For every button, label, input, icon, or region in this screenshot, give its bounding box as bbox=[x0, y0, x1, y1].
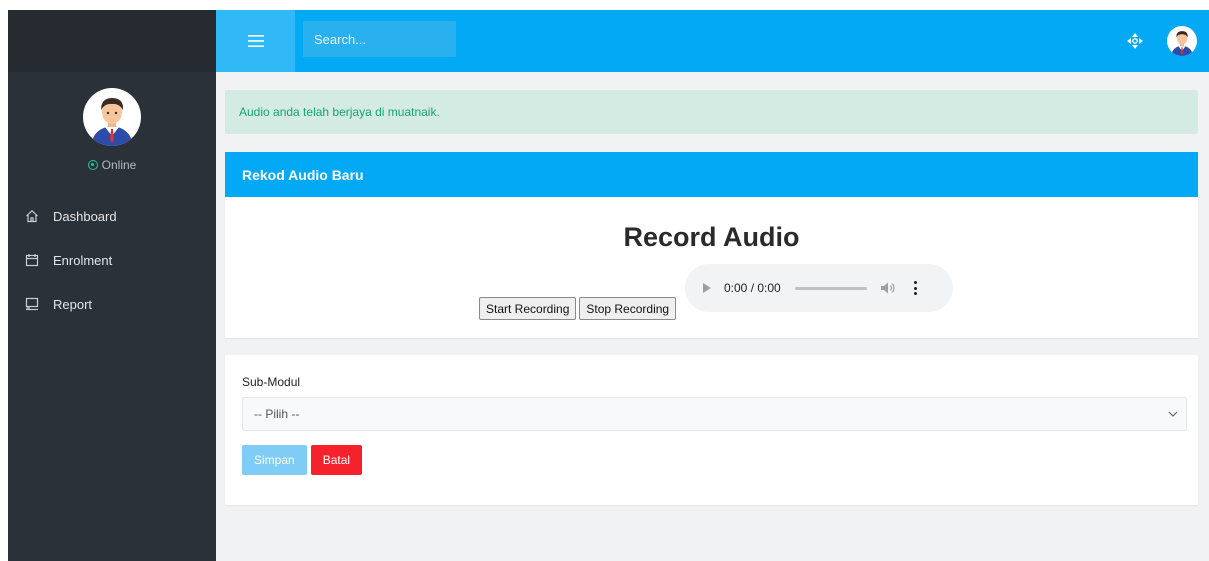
sidebar-user: Online bbox=[8, 72, 216, 172]
user-avatar[interactable] bbox=[1167, 26, 1197, 56]
sidebar-item-label: Enrolment bbox=[53, 252, 113, 268]
sidebar-item-report[interactable]: Report bbox=[8, 282, 216, 326]
home-icon bbox=[25, 209, 39, 223]
sidebar-item-label: Report bbox=[53, 296, 93, 312]
monitor-icon bbox=[25, 297, 39, 311]
sidebar-brand bbox=[8, 10, 216, 72]
sidebar-item-label: Dashboard bbox=[53, 208, 117, 224]
card-header-title: Rekod Audio Baru bbox=[242, 166, 364, 183]
record-audio-body: Record Audio Start Recording Stop Record… bbox=[225, 197, 1198, 338]
sidebar: Online Dashboard Enrolment Report bbox=[8, 10, 216, 561]
hamburger-icon bbox=[247, 35, 264, 47]
menu-toggle-button[interactable] bbox=[216, 10, 295, 72]
volume-icon[interactable] bbox=[880, 281, 896, 295]
chevron-down-icon bbox=[1168, 411, 1178, 417]
card-header: Rekod Audio Baru bbox=[225, 152, 1198, 197]
main-area: Audio anda telah berjaya di muatnaik. Re… bbox=[216, 10, 1209, 561]
submodul-label: Sub-Modul bbox=[242, 375, 301, 389]
record-audio-card: Rekod Audio Baru Record Audio Start Reco… bbox=[225, 152, 1198, 338]
audio-progress-bar[interactable] bbox=[794, 286, 867, 290]
form-actions: Simpan Batal bbox=[242, 445, 1187, 475]
record-controls: Start Recording Stop Recording bbox=[479, 297, 677, 320]
more-options-icon[interactable] bbox=[914, 281, 918, 295]
topbar bbox=[216, 10, 1209, 72]
crosshair-icon[interactable] bbox=[1127, 33, 1143, 49]
submodul-select[interactable]: -- Pilih -- bbox=[242, 397, 1187, 431]
play-icon[interactable] bbox=[703, 283, 711, 293]
sidebar-nav: Dashboard Enrolment Report bbox=[8, 194, 216, 326]
user-avatar[interactable] bbox=[83, 88, 141, 146]
submodul-selected-value: -- Pilih -- bbox=[254, 407, 300, 421]
sidebar-item-enrolment[interactable]: Enrolment bbox=[8, 238, 216, 282]
record-title: Record Audio bbox=[623, 222, 800, 252]
audio-time: 0:00 / 0:00 bbox=[724, 281, 781, 295]
search-input[interactable] bbox=[303, 21, 456, 57]
save-button[interactable]: Simpan bbox=[242, 445, 307, 475]
online-status: Online bbox=[8, 158, 216, 172]
audio-player: 0:00 / 0:00 bbox=[685, 264, 953, 312]
stop-recording-button[interactable]: Stop Recording bbox=[579, 297, 677, 320]
online-status-icon bbox=[87, 160, 98, 170]
content: Audio anda telah berjaya di muatnaik. Re… bbox=[216, 72, 1209, 505]
cancel-button[interactable]: Batal bbox=[310, 445, 363, 475]
app-frame: Online Dashboard Enrolment Report Search… bbox=[8, 10, 1209, 561]
start-recording-button[interactable]: Start Recording bbox=[479, 297, 577, 320]
alert-message: Audio anda telah berjaya di muatnaik. bbox=[239, 105, 440, 119]
calendar-icon bbox=[25, 253, 39, 267]
online-status-label: Online bbox=[101, 158, 137, 172]
sidebar-item-dashboard[interactable]: Dashboard bbox=[8, 194, 216, 238]
submodul-form-card: Sub-Modul -- Pilih -- Simpan Batal bbox=[225, 355, 1198, 505]
success-alert: Audio anda telah berjaya di muatnaik. bbox=[225, 90, 1198, 134]
topbar-actions bbox=[1127, 10, 1209, 72]
